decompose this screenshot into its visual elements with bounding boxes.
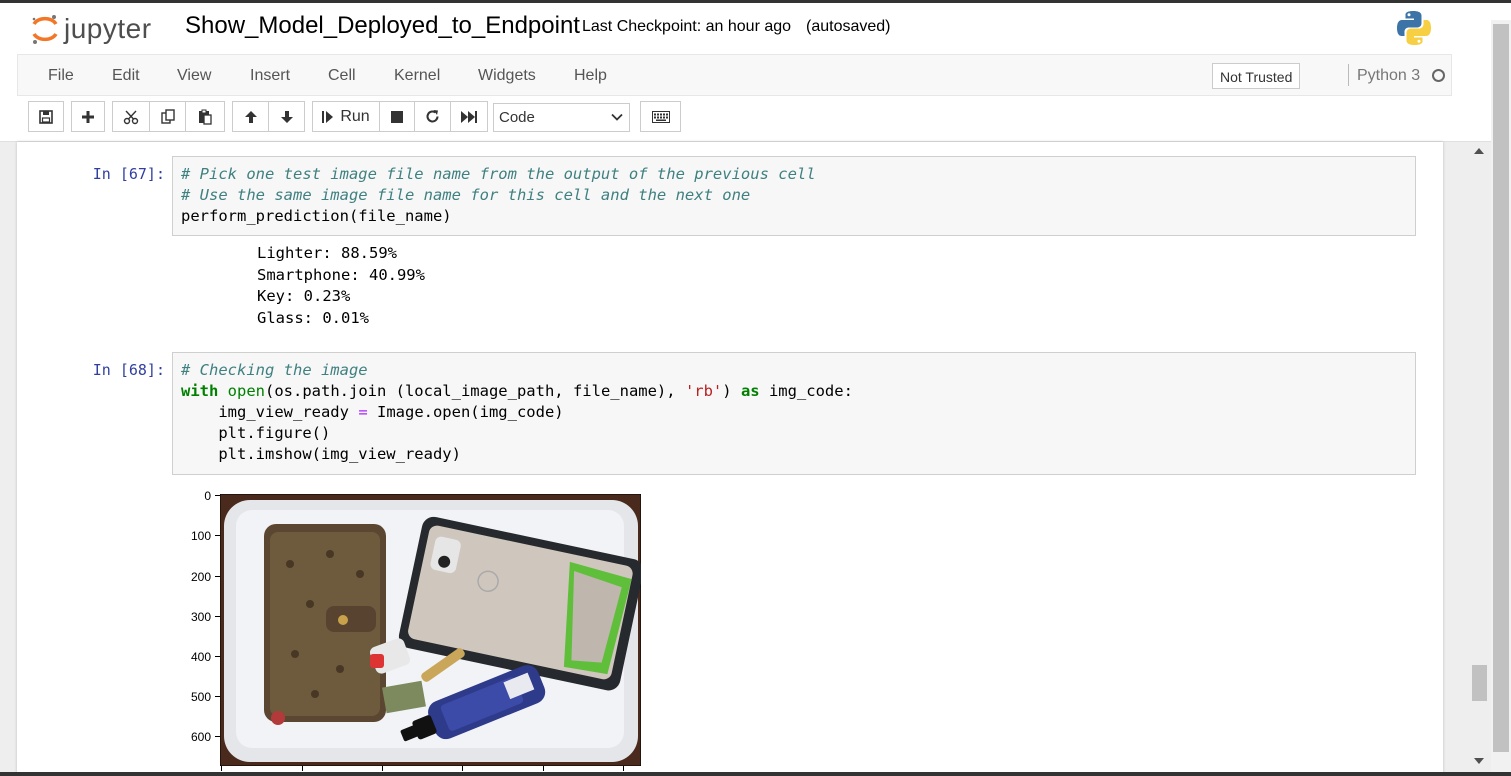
code-line: # Checking the image [181, 360, 1407, 381]
code-comment: # Pick one test image file name from the… [181, 165, 816, 183]
logo-text: jupyter [64, 13, 152, 44]
notebook-scrollbar-thumb[interactable] [1472, 665, 1487, 701]
output-line: Smartphone: 40.99% [257, 265, 425, 284]
code-line: plt.figure() [181, 424, 331, 442]
y-tick-label: 500 [190, 690, 211, 704]
menu-edit[interactable]: Edit [112, 67, 140, 85]
y-tick-label: 300 [190, 610, 211, 624]
code-line: # Use the same image file name for this … [181, 185, 1407, 206]
copy-button[interactable] [149, 101, 186, 132]
menu-help[interactable]: Help [574, 67, 607, 85]
plus-icon [82, 110, 94, 123]
cell-prompt: In [67]: [92, 165, 165, 183]
python-logo-icon [1397, 11, 1431, 45]
menu-view[interactable]: View [177, 67, 211, 85]
code-line: plt.imshow(img_view_ready) [181, 445, 461, 463]
move-up-button[interactable] [232, 101, 269, 132]
y-tick-label: 600 [190, 730, 211, 744]
code-cell-input[interactable]: # Pick one test image file name from the… [172, 156, 1416, 236]
copy-icon [160, 108, 175, 124]
cut-icon [123, 110, 139, 124]
move-down-button[interactable] [268, 101, 305, 132]
checkpoint-status: Last Checkpoint: an hour ago [582, 18, 792, 35]
x-tick-mark [302, 766, 303, 771]
cell-output: Lighter: 88.59% Smartphone: 40.99% Key: 0.… [257, 243, 425, 329]
paste-button[interactable] [185, 101, 225, 132]
x-tick-mark [382, 766, 383, 771]
trust-indicator[interactable]: Not Trusted [1212, 63, 1301, 89]
code-line: # Pick one test image file name from the… [181, 164, 1407, 185]
notebook-container: In [67]: # Pick one test image file name… [17, 142, 1443, 776]
cut-button[interactable] [112, 101, 150, 132]
kernel-idle-icon [1432, 69, 1445, 82]
insert-cell-button[interactable] [71, 101, 105, 132]
fast-forward-icon [460, 110, 477, 123]
interrupt-button[interactable] [379, 101, 415, 132]
paste-icon [199, 109, 212, 125]
restart-button[interactable] [414, 101, 451, 132]
save-icon [39, 109, 53, 124]
menu-cell[interactable]: Cell [328, 67, 356, 85]
scroll-down-arrow-icon[interactable] [1474, 758, 1484, 764]
kernel-name[interactable]: Python 3 [1357, 67, 1420, 85]
code-line: perform_prediction(file_name) [181, 207, 452, 225]
keyboard-icon [651, 110, 670, 123]
y-tick-label: 0 [204, 489, 211, 503]
code-cell-input[interactable]: # Checking the image with open(os.path.jo… [172, 352, 1416, 475]
code-comment: # Checking the image [181, 361, 368, 379]
menu-file[interactable]: File [48, 67, 74, 85]
stop-icon [391, 110, 403, 123]
arrow-down-icon [280, 110, 293, 123]
toolbar: Run Code [28, 101, 1478, 134]
output-line: Glass: 0.01% [257, 308, 369, 327]
code-comment: # Use the same image file name for this … [181, 186, 751, 204]
x-tick-mark [623, 766, 624, 771]
menu-widgets[interactable]: Widgets [478, 67, 536, 85]
window-bottom-border [0, 772, 1511, 776]
plot-output: 0 100 200 300 400 500 600 [177, 487, 657, 776]
restart-run-all-button[interactable] [450, 101, 488, 132]
jupyter-icon [32, 15, 58, 44]
y-tick-label: 400 [190, 650, 211, 664]
restart-icon [426, 110, 439, 123]
output-line: Key: 0.23% [257, 287, 351, 305]
chevron-down-icon [611, 113, 623, 121]
y-tick-label: 100 [190, 529, 211, 543]
x-tick-mark [543, 766, 544, 771]
y-tick-label: 200 [190, 570, 211, 584]
save-button[interactable] [28, 101, 64, 132]
menu-insert[interactable]: Insert [250, 67, 290, 85]
cell-type-select[interactable]: Code [493, 103, 630, 132]
run-label: Run [340, 107, 370, 125]
menu-kernel[interactable]: Kernel [394, 67, 440, 85]
menubar: File Edit View Insert Cell Kernel Widget… [17, 54, 1452, 96]
code-line: img_view_ready = Image.open(img_code) [181, 403, 564, 421]
run-icon [322, 110, 334, 123]
kernel-separator [1348, 64, 1349, 86]
notebook-name[interactable]: Show_Model_Deployed_to_Endpoint [185, 12, 580, 40]
cell-prompt: In [68]: [92, 361, 165, 379]
output-line: Lighter: 88.59% [257, 244, 397, 262]
x-tick-mark [221, 766, 222, 771]
command-palette-button[interactable] [640, 101, 681, 132]
x-tick-mark [462, 766, 463, 771]
page-scrollbar-thumb[interactable] [1493, 24, 1509, 752]
scroll-up-arrow-icon[interactable] [1474, 148, 1484, 154]
photo-of-tray-with-wallet-phone-lighter-spray-icon [220, 494, 641, 766]
jupyter-logo[interactable]: jupyter [30, 11, 152, 47]
run-button[interactable]: Run [312, 101, 380, 132]
code-line: with open(os.path.join (local_image_path… [181, 382, 853, 400]
autosave-status: (autosaved) [806, 18, 891, 35]
cell-type-value: Code [499, 109, 535, 126]
arrow-up-icon [244, 110, 257, 123]
